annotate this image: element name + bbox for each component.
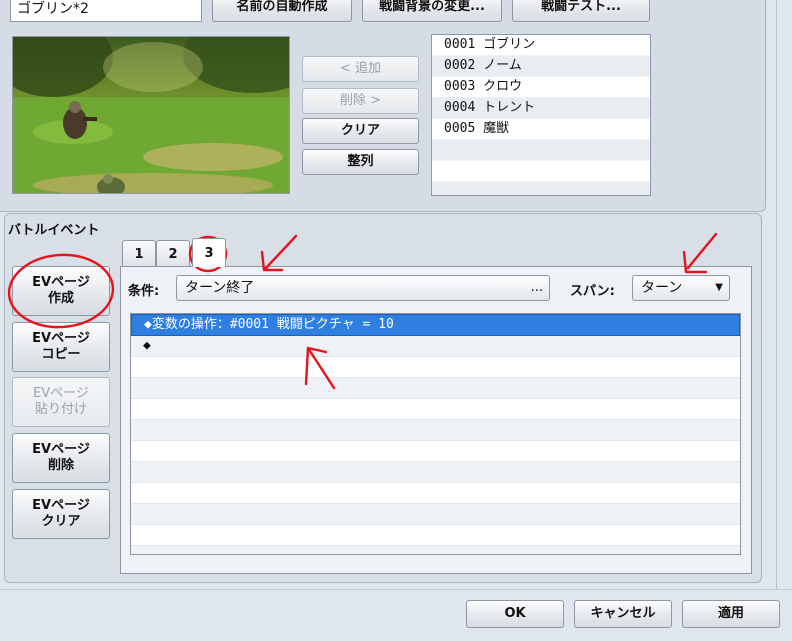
button-line: コピー [41,347,81,362]
button-line: EVページ [32,275,90,290]
button-line: EVページ [32,498,90,513]
dialog-footer [0,589,792,641]
tab-page-3[interactable]: 3 [192,238,226,267]
command-row-empty[interactable] [131,504,740,525]
paste-event-page-button[interactable]: EVページ 貼り付け [12,377,110,427]
list-item-empty[interactable] [432,161,650,182]
command-row-empty[interactable] [131,399,740,420]
condition-label: 条件: [128,284,160,299]
list-item[interactable]: 0004 トレント [432,98,650,119]
chevron-down-icon: ▼ [715,282,723,293]
command-row-empty[interactable] [131,441,740,462]
auto-name-button[interactable]: 名前の自動作成 [212,0,352,22]
event-command-list[interactable]: ◆変数の操作：#0001 戦闘ピクチャ = 10 ◆ [130,313,741,555]
span-label: スパン: [570,284,615,299]
add-enemy-button[interactable]: < 追加 [302,56,419,82]
ellipsis-icon[interactable]: ... [531,276,543,300]
battle-background-image [13,37,289,193]
list-item-empty[interactable] [432,140,650,161]
list-item[interactable]: 0001 ゴブリン [432,35,650,56]
button-line: EVページ [32,442,90,457]
command-row-empty[interactable] [131,483,740,504]
ok-button[interactable]: OK [466,600,564,628]
span-select[interactable]: ターン ▼ [632,275,730,301]
button-line: EVページ [33,386,89,401]
clear-event-page-button[interactable]: EVページ クリア [12,489,110,539]
command-row-empty[interactable] [131,378,740,399]
button-line: クリア [41,514,81,529]
button-line: EVページ [32,331,90,346]
command-row-empty[interactable] [131,357,740,378]
tab-page-2[interactable]: 2 [156,240,190,267]
battle-test-button[interactable]: 戦闘テスト... [512,0,650,22]
command-row[interactable]: ◆変数の操作：#0001 戦闘ピクチャ = 10 [131,314,740,336]
condition-value: ターン終了 [185,280,255,296]
troop-name-field[interactable]: ゴブリン*2 [10,0,202,22]
delete-event-page-button[interactable]: EVページ 削除 [12,433,110,483]
remove-enemy-button[interactable]: 削除 > [302,88,419,114]
button-line: 削除 [47,458,74,473]
battle-event-title: バトルイベント [8,223,100,238]
apply-button[interactable]: 適用 [682,600,780,628]
new-event-page-button[interactable]: EVページ 作成 [12,266,110,316]
window-edge [776,0,792,590]
battle-preview[interactable] [12,36,290,194]
list-item-empty[interactable] [432,182,650,195]
button-line: 作成 [47,291,74,306]
command-row-empty[interactable] [131,525,740,546]
clear-enemies-button[interactable]: クリア [302,118,419,144]
command-row-empty[interactable] [131,462,740,483]
command-row[interactable]: ◆ [131,336,740,357]
cancel-button[interactable]: キャンセル [574,600,672,628]
list-item[interactable]: 0002 ノーム [432,56,650,77]
list-item[interactable]: 0003 クロウ [432,77,650,98]
change-battleback-button[interactable]: 戦闘背景の変更... [362,0,502,22]
copy-event-page-button[interactable]: EVページ コピー [12,322,110,372]
command-row-empty[interactable] [131,420,740,441]
button-line: 貼り付け [34,402,87,417]
span-value: ターン [641,280,683,296]
tab-page-1[interactable]: 1 [122,240,156,267]
condition-field[interactable]: ターン終了 ... [176,275,550,301]
command-row-empty[interactable] [131,546,740,554]
align-enemies-button[interactable]: 整列 [302,149,419,175]
list-item[interactable]: 0005 魔獣 [432,119,650,140]
enemy-list[interactable]: 0001 ゴブリン 0002 ノーム 0003 クロウ 0004 トレント 00… [431,34,651,196]
